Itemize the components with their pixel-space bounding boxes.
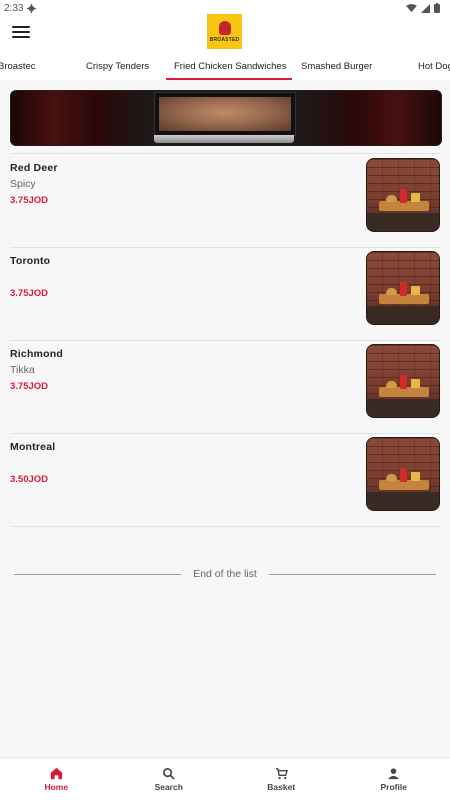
tab-smashed-burger[interactable]: Smashed Burger [301, 61, 372, 72]
category-tabs: Broastec Crispy Tenders Fried Chicken Sa… [0, 56, 450, 80]
signal-icon [421, 3, 430, 13]
item-price: 3.75JOD [10, 195, 49, 206]
person-icon [388, 767, 400, 779]
item-description: Spicy [10, 178, 36, 190]
app-bar: BROASTED [0, 14, 450, 56]
tab-crispy-tenders[interactable]: Crispy Tenders [86, 61, 149, 72]
nav-search[interactable]: Search [113, 758, 226, 800]
cart-icon [275, 767, 288, 779]
item-name: Toronto [10, 255, 51, 267]
tab-hot-dog[interactable]: Hot Dog [418, 61, 450, 72]
item-name: Red Deer [10, 162, 58, 174]
nav-profile-label: Profile [380, 781, 407, 792]
bottom-nav: Home Search Basket Profile [0, 757, 450, 800]
logo-text: BROASTED [209, 36, 240, 43]
nav-home-label: Home [44, 781, 69, 792]
item-image [366, 251, 440, 325]
nav-search-label: Search [154, 781, 183, 792]
item-price: 3.75JOD [10, 381, 49, 392]
nav-basket-label: Basket [267, 781, 296, 792]
item-image [366, 344, 440, 418]
settings-icon [27, 3, 37, 13]
item-price: 3.50JOD [10, 474, 49, 485]
menu-icon [12, 25, 30, 28]
list-item[interactable]: Richmond Tikka 3.75JOD [10, 340, 440, 433]
item-image [366, 158, 440, 232]
list-item[interactable]: Montreal 3.50JOD [10, 433, 440, 526]
wifi-icon [406, 3, 417, 12]
item-name: Montreal [10, 441, 56, 453]
home-icon [50, 767, 62, 779]
tab-broastec[interactable]: Broastec [0, 61, 36, 72]
end-of-list-label: End of the list [193, 568, 257, 580]
status-time: 2:33 [4, 2, 24, 14]
list-item[interactable]: Red Deer Spicy 3.75JOD [10, 154, 440, 247]
nav-profile[interactable]: Profile [338, 758, 450, 800]
end-of-list: End of the list [14, 565, 436, 583]
battery-icon [434, 3, 440, 13]
promo-banner[interactable] [10, 90, 442, 146]
item-description: Tikka [10, 364, 35, 376]
item-image [366, 437, 440, 511]
menu-button[interactable] [12, 24, 30, 40]
item-name: Richmond [10, 348, 63, 360]
divider [10, 526, 440, 527]
list-item[interactable]: Toronto 3.75JOD [10, 247, 440, 340]
banner-image [154, 92, 296, 136]
item-price: 3.75JOD [10, 288, 49, 299]
nav-home[interactable]: Home [0, 758, 113, 800]
nav-basket[interactable]: Basket [225, 758, 338, 800]
brand-logo: BROASTED [207, 14, 242, 49]
search-icon [163, 767, 175, 780]
chicken-emblem-icon [218, 20, 231, 35]
tab-fried-chicken-sandwiches[interactable]: Fried Chicken Sandwiches [165, 61, 293, 80]
